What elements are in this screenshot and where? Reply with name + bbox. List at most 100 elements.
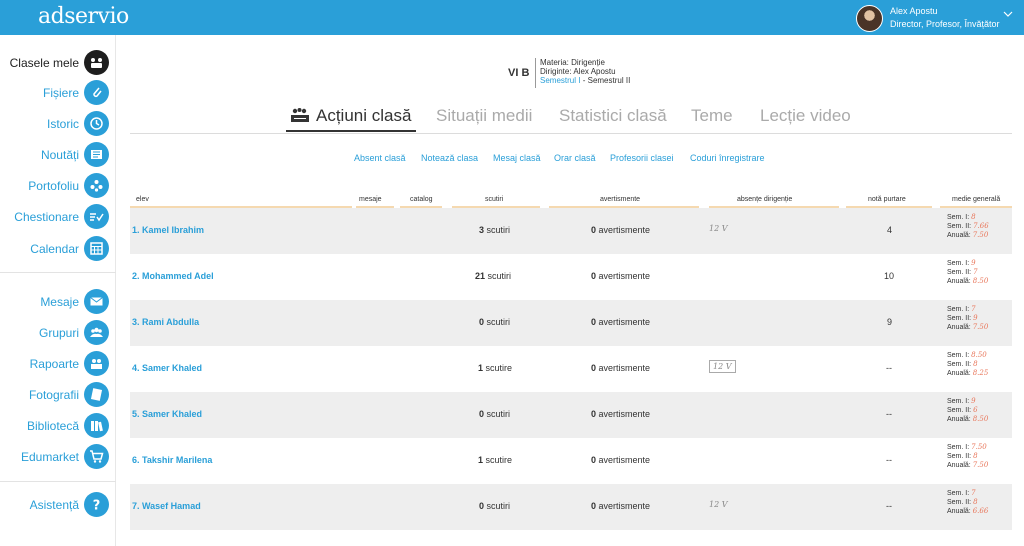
sem2-grade: 8 — [973, 498, 978, 506]
purtare-cell[interactable]: -- — [886, 501, 892, 511]
user-name[interactable]: Alex Apostu — [890, 6, 938, 16]
student-name-link[interactable]: 4. Samer Khaled — [132, 363, 202, 373]
class-group-icon — [84, 50, 109, 75]
scutiri-cell[interactable]: 21 scutiri — [475, 271, 511, 281]
avertismente-cell[interactable]: 0 avertismente — [591, 501, 650, 511]
column-header-scutiri: scutiri — [485, 196, 504, 203]
purtare-cell[interactable]: 4 — [887, 225, 892, 235]
purtare-cell[interactable]: 9 — [887, 317, 892, 327]
scutiri-label: scutiri — [486, 501, 511, 511]
absente-cell[interactable]: 12 V — [709, 224, 728, 233]
class-actions-icon — [291, 108, 309, 122]
mesaj-clasa-link[interactable]: Mesaj clasă — [493, 153, 541, 163]
medie-generala-cell: Sem. I: 7 Sem. II: 8 Anuală: 6.66 — [947, 489, 988, 516]
sidebar-item-label: Istoric — [46, 117, 79, 131]
sem2-grade: 6 — [973, 406, 978, 414]
sidebar-item-fotografii[interactable]: Fotografii — [0, 380, 116, 410]
tab-label: Acțiuni clasă — [316, 106, 412, 125]
anuala-grade: 8.50 — [972, 277, 989, 285]
sidebar-item-asistenta[interactable]: Asistență ? — [0, 490, 116, 520]
class-head-teacher: Diriginte: Alex Apostu — [540, 67, 616, 76]
anuala-grade: 8.50 — [972, 415, 989, 423]
scutiri-cell[interactable]: 1 scutire — [478, 455, 512, 465]
sem2-label: Sem. II: — [947, 361, 972, 368]
absente-cell[interactable]: 12 V — [709, 500, 728, 509]
tab-statistici-clasa[interactable]: Statistici clasă — [559, 106, 667, 126]
avertismente-cell[interactable]: 0 avertismente — [591, 455, 650, 465]
active-tab-indicator — [286, 130, 416, 132]
purtare-cell[interactable]: -- — [886, 409, 892, 419]
purtare-cell[interactable]: -- — [886, 363, 892, 373]
tab-situatii-medii[interactable]: Situații medii — [436, 106, 532, 126]
noteaza-clasa-link[interactable]: Notează clasa — [421, 153, 478, 163]
student-name-link[interactable]: 2. Mohammed Adel — [132, 271, 214, 281]
sidebar-item-biblioteca[interactable]: Bibliotecă — [0, 411, 116, 441]
sidebar-item-rapoarte[interactable]: Rapoarte — [0, 349, 116, 379]
cart-icon — [84, 444, 109, 469]
anuala-grade: 8.25 — [972, 369, 989, 377]
tab-lectie-video[interactable]: Lecție video — [760, 106, 851, 126]
scutiri-count: 1 — [478, 363, 484, 373]
scutiri-cell[interactable]: 3 scutiri — [479, 225, 510, 235]
scutiri-cell[interactable]: 0 scutiri — [479, 409, 510, 419]
purtare-cell[interactable]: -- — [886, 455, 892, 465]
sidebar-item-portofoliu[interactable]: Portofoliu — [0, 171, 116, 201]
student-name-link[interactable]: 7. Wasef Hamad — [132, 501, 201, 511]
sidebar-item-grupuri[interactable]: Grupuri — [0, 318, 116, 348]
student-name-link[interactable]: 1. Kamel Ibrahim — [132, 225, 204, 235]
avertismente-cell[interactable]: 0 avertismente — [591, 363, 650, 373]
avertismente-cell[interactable]: 0 avertismente — [591, 409, 650, 419]
sidebar-item-noutati[interactable]: Noutăți — [0, 140, 116, 170]
sem1-grade: 9 — [971, 397, 976, 405]
scutiri-cell[interactable]: 1 scutire — [478, 363, 512, 373]
anuala-label: Anuală: — [947, 324, 971, 331]
student-name-link[interactable]: 3. Rami Abdulla — [132, 317, 199, 327]
semester-selector: Semestrul I - Semestrul II — [540, 76, 630, 85]
avertismente-cell[interactable]: 0 avertismente — [591, 225, 650, 235]
avertismente-label: avertismente — [598, 409, 651, 419]
scutiri-cell[interactable]: 0 scutiri — [479, 317, 510, 327]
avertismente-cell[interactable]: 0 avertismente — [591, 271, 650, 281]
sidebar-item-chestionare[interactable]: Chestionare — [0, 202, 116, 232]
sidebar-item-edumarket[interactable]: Edumarket — [0, 442, 116, 472]
medie-generala-cell: Sem. I: 9 Sem. II: 6 Anuală: 8.50 — [947, 397, 988, 424]
scutiri-cell[interactable]: 0 scutiri — [479, 501, 510, 511]
purtare-cell[interactable]: 10 — [884, 271, 894, 281]
student-name-link[interactable]: 6. Takshir Marilena — [132, 455, 212, 465]
avertismente-label: avertismente — [598, 455, 651, 465]
semester-1-link[interactable]: Semestrul I — [540, 76, 580, 85]
coduri-inregistrare-link[interactable]: Coduri înregistrare — [690, 153, 765, 163]
tab-actiuni-clasa[interactable]: Acțiuni clasă — [290, 106, 411, 126]
sidebar-item-fisiere[interactable]: Fișiere — [0, 78, 116, 108]
semester-separator: - — [582, 76, 586, 85]
sidebar-item-istoric[interactable]: Istoric — [0, 109, 116, 139]
chevron-down-icon[interactable] — [1003, 9, 1013, 19]
sidebar-item-calendar[interactable]: Calendar — [0, 234, 116, 264]
class-header-divider — [535, 58, 536, 88]
scutiri-label: scutire — [485, 455, 513, 465]
sem2-grade: 7 — [973, 268, 978, 276]
sidebar-item-mesaje[interactable]: Mesaje — [0, 287, 116, 317]
anuala-label: Anuală: — [947, 508, 971, 515]
sidebar-item-clasele-mele[interactable]: Clasele mele — [0, 48, 116, 78]
scutiri-count: 1 — [478, 455, 484, 465]
sem1-grade: 7.50 — [971, 443, 987, 451]
avertismente-count: 0 — [591, 317, 597, 327]
sidebar-item-label: Calendar — [30, 242, 79, 256]
anuala-label: Anuală: — [947, 278, 971, 285]
user-avatar[interactable] — [856, 5, 883, 32]
user-role[interactable]: Director, Profesor, Învățător — [890, 19, 1000, 29]
medie-generala-cell: Sem. I: 7.50 Sem. II: 8 Anuală: 7.50 — [947, 443, 988, 470]
sem1-label: Sem. I: — [947, 398, 970, 405]
sem1-grade: 9 — [971, 259, 976, 267]
profesorii-clasei-link[interactable]: Profesorii clasei — [610, 153, 674, 163]
avertismente-cell[interactable]: 0 avertismente — [591, 317, 650, 327]
student-name-link[interactable]: 5. Samer Khaled — [132, 409, 202, 419]
absente-cell[interactable]: 12 V — [709, 360, 736, 373]
app-logo[interactable]: adservio — [38, 4, 129, 29]
tab-teme[interactable]: Teme — [691, 106, 733, 126]
orar-clasa-link[interactable]: Orar clasă — [554, 153, 596, 163]
absent-clasa-link[interactable]: Absent clasă — [354, 153, 406, 163]
history-icon — [84, 111, 109, 136]
sem1-label: Sem. I: — [947, 214, 970, 221]
